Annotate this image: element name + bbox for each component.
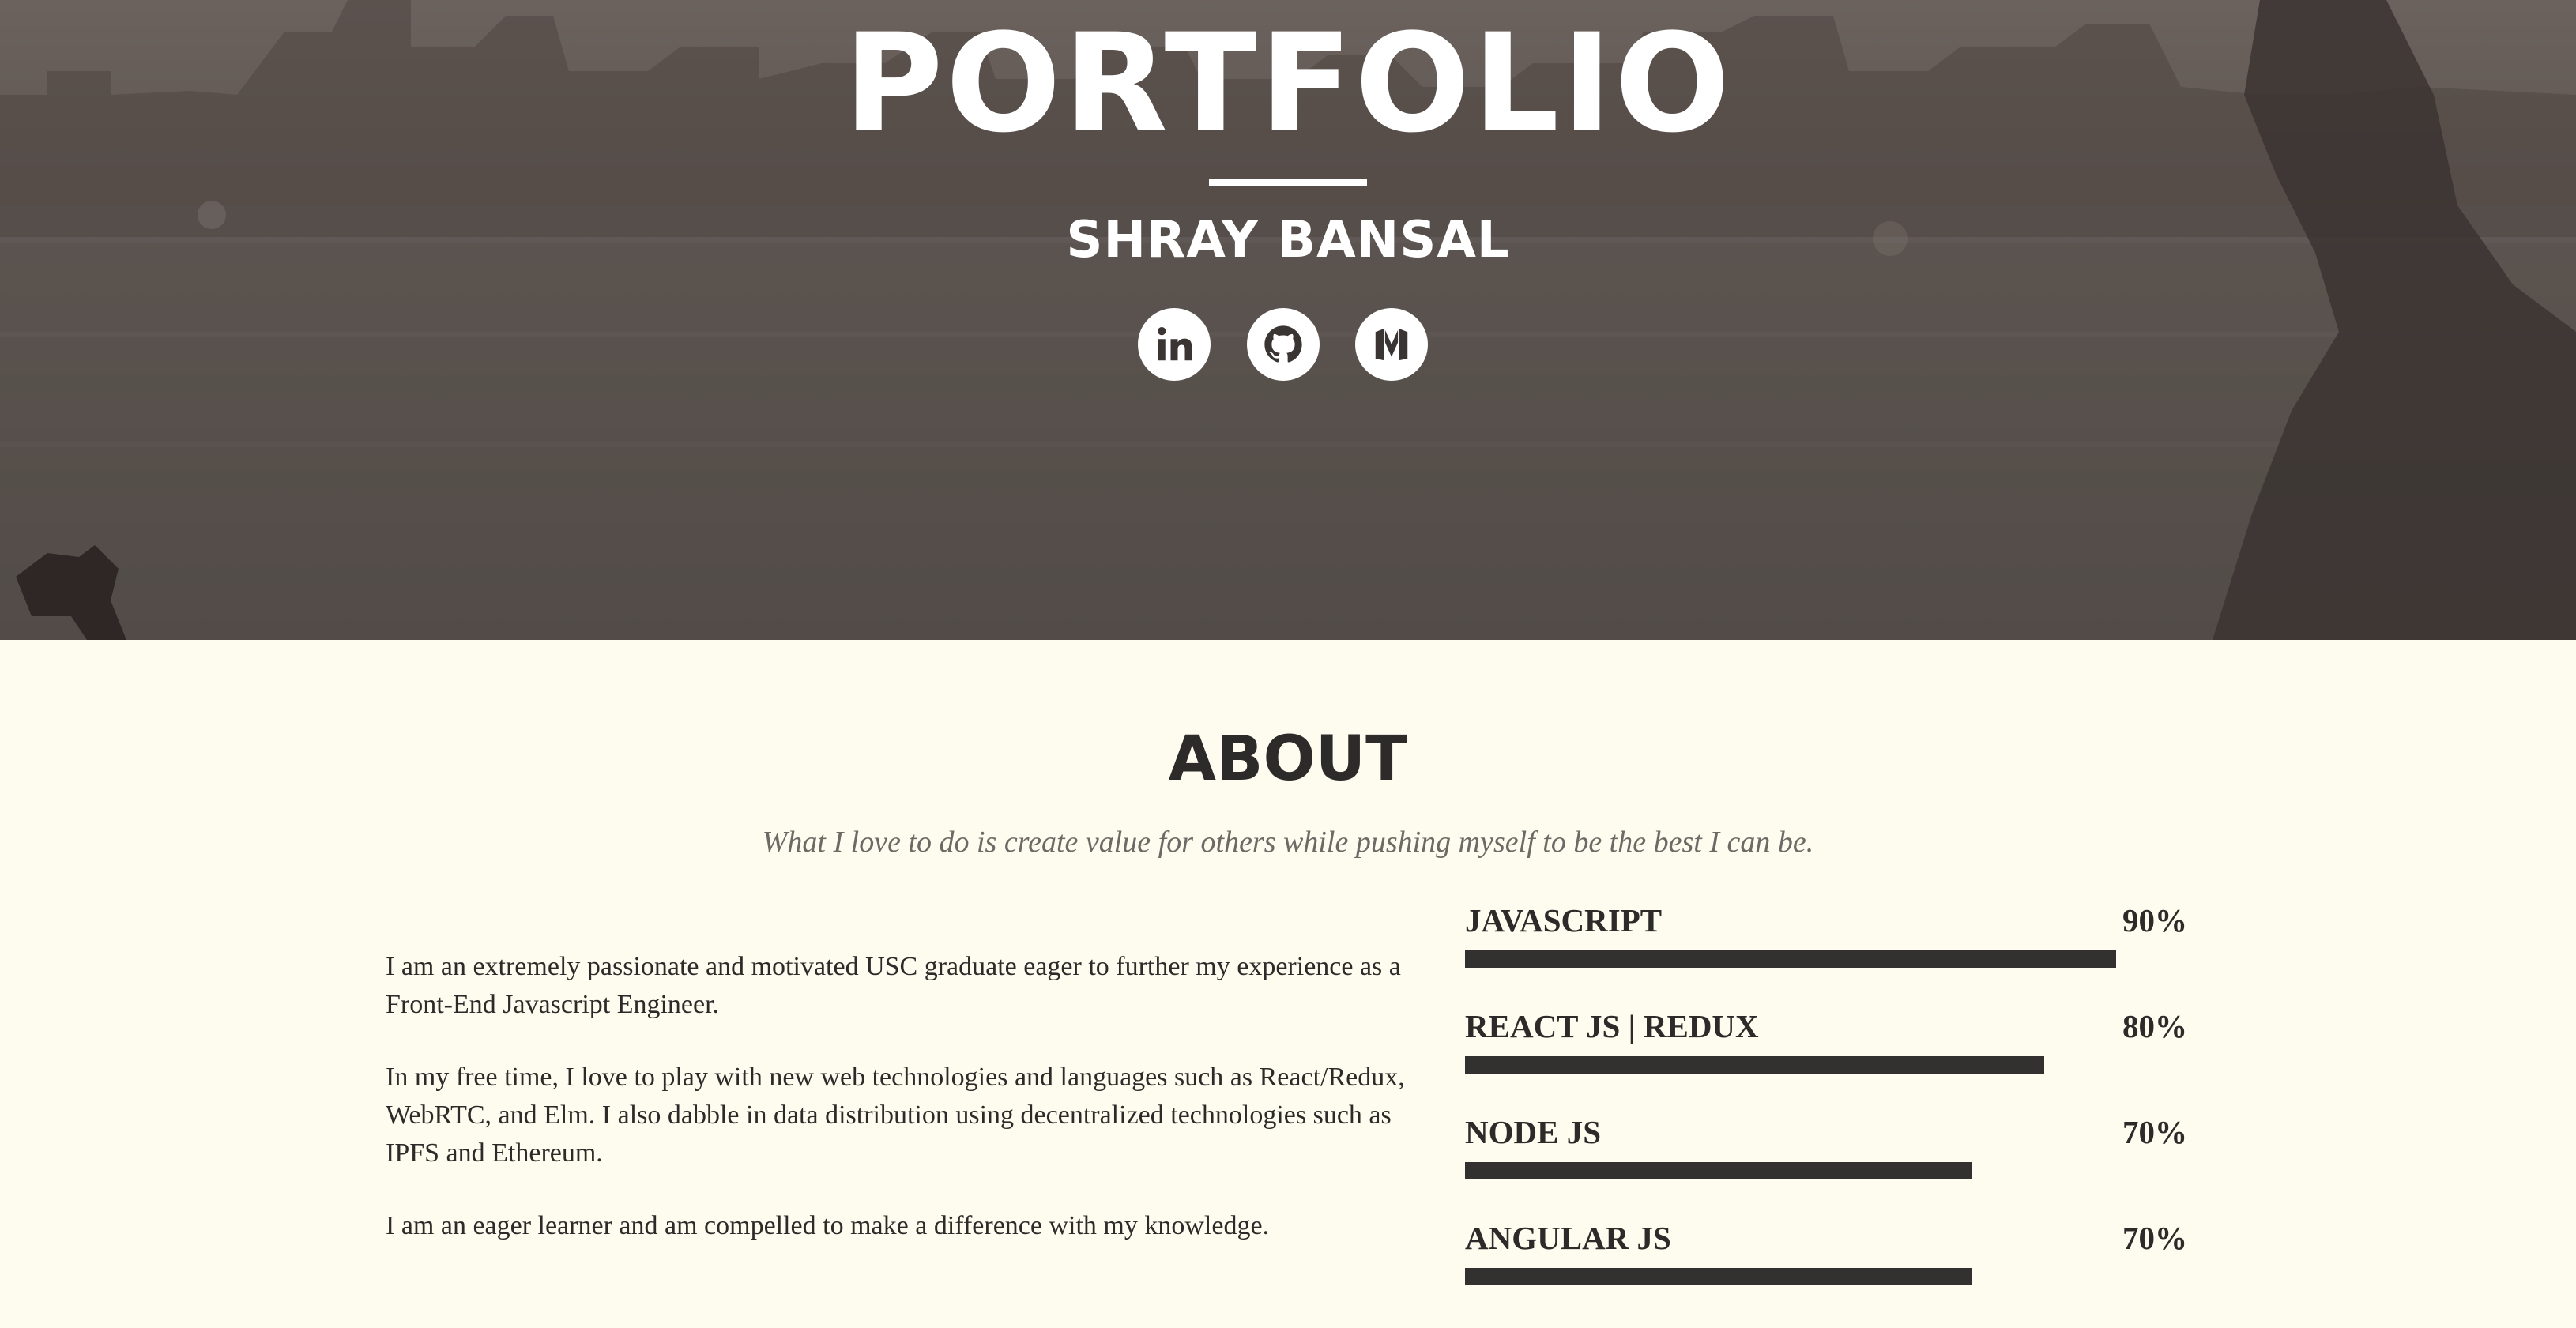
skill-track (1465, 1162, 2189, 1179)
skill-bar (1465, 1268, 1972, 1285)
skill-item: REACT JS | REDUX 80% (1465, 1010, 2187, 1116)
skill-bar (1465, 950, 2117, 968)
skill-name: JAVASCRIPT (1465, 902, 1663, 939)
hero-banner: PORTFOLIO SHRAY BANSAL (0, 0, 2576, 640)
skill-item: NODE JS 70% (1465, 1116, 2187, 1222)
about-title: ABOUT (1168, 724, 1408, 795)
skill-bar (1465, 1162, 1972, 1179)
hero-divider (1209, 179, 1367, 186)
skill-name: ANGULAR JS (1465, 1220, 1671, 1256)
linkedin-icon (1158, 326, 1192, 361)
skill-percent: 80% (2122, 1008, 2187, 1044)
skills-list: JAVASCRIPT 90% REACT JS | REDUX 80% NODE… (1465, 905, 2187, 1328)
skill-name: REACT JS | REDUX (1465, 1008, 1759, 1044)
skill-item: ANGULAR JS 70% (1465, 1222, 2187, 1328)
hero-title: PORTFOLIO (843, 4, 1733, 163)
about-subtitle: What I love to do is create value for ot… (762, 826, 1814, 859)
skill-percent: 70% (2122, 1114, 2187, 1150)
skill-item: JAVASCRIPT 90% (1465, 905, 2187, 1010)
about-paragraph: I am an extremely passionate and motivat… (386, 952, 1401, 1019)
skill-track (1465, 950, 2189, 968)
linkedin-link[interactable] (1138, 308, 1211, 381)
github-icon (1264, 325, 1302, 363)
skill-bar (1465, 1056, 2044, 1074)
medium-link[interactable] (1355, 308, 1428, 381)
hero-content: PORTFOLIO SHRAY BANSAL (0, 0, 2576, 640)
about-paragraph: I am an eager learner and am compelled t… (386, 1211, 1270, 1240)
skill-percent: 70% (2122, 1220, 2187, 1256)
about-description: I am an extremely passionate and motivat… (386, 948, 1413, 1280)
github-link[interactable] (1247, 308, 1320, 381)
hero-name: SHRAY BANSAL (1066, 211, 1510, 269)
skill-percent: 90% (2122, 902, 2187, 939)
skill-name: NODE JS (1465, 1114, 1602, 1150)
skill-track (1465, 1056, 2189, 1074)
medium-icon (1375, 328, 1408, 361)
skill-track (1465, 1268, 2189, 1285)
about-paragraph: In my free time, I love to play with new… (386, 1063, 1405, 1168)
